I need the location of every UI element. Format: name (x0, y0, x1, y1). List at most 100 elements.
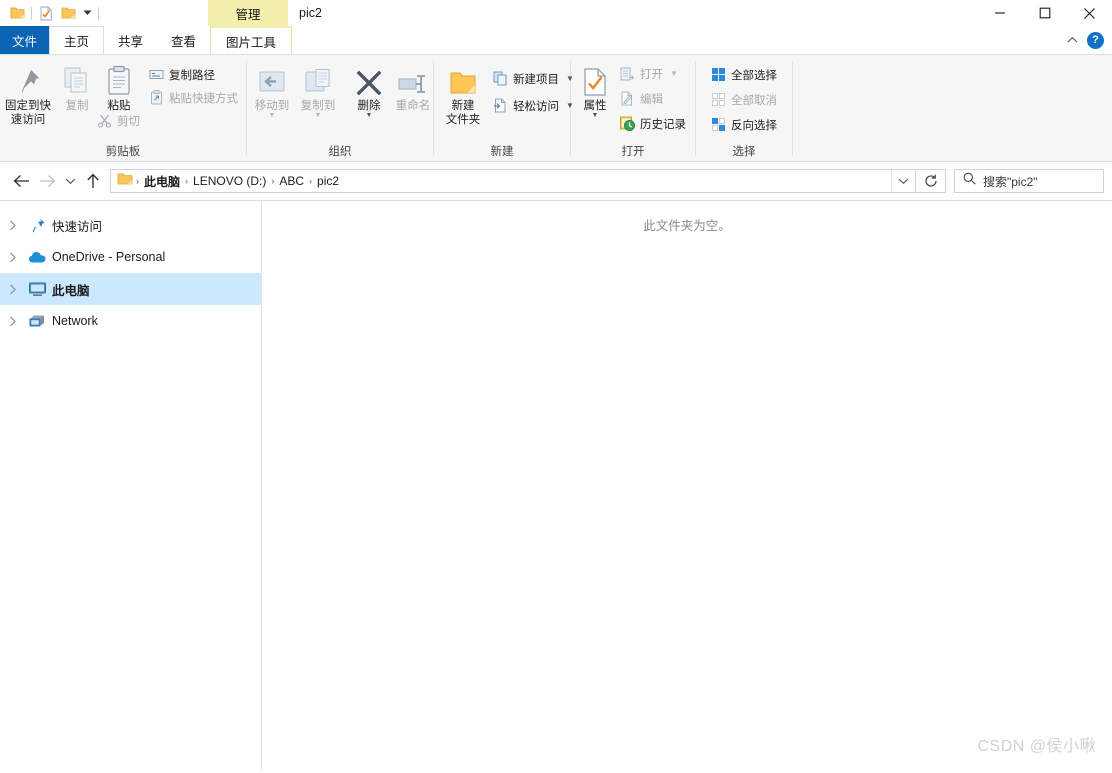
minimize-icon[interactable] (977, 0, 1022, 26)
breadcrumb-dropdown-icon[interactable] (891, 170, 915, 192)
pin-to-quick-access-button[interactable]: 固定到快 速访问 (0, 60, 56, 127)
properties-label: 属性 (584, 99, 607, 113)
chevron-right-icon[interactable] (4, 312, 22, 330)
tab-home[interactable]: 主页 (49, 26, 104, 54)
breadcrumb-item-0[interactable]: 此电脑 (140, 173, 184, 190)
invert-selection-button[interactable]: 反向选择 (706, 114, 781, 135)
back-button[interactable] (8, 166, 34, 196)
easy-access-button[interactable]: 轻松访问 ▼ (488, 95, 578, 116)
edit-button[interactable]: 编辑 (615, 88, 690, 109)
folder-icon[interactable] (6, 2, 28, 24)
tab-file[interactable]: 文件 (0, 26, 49, 54)
sidebar-item-onedrive[interactable]: OneDrive - Personal (0, 241, 261, 273)
help-icon[interactable]: ? (1087, 32, 1104, 49)
file-explorer-window: 管理 pic2 文件 主页 共享 查看 图片工具 (0, 0, 1112, 773)
recent-locations-button[interactable] (60, 166, 80, 196)
rename-button[interactable]: 重命名 (389, 60, 437, 113)
ribbon-tab-strip: 文件 主页 共享 查看 图片工具 ? (0, 26, 1112, 54)
edit-icon (619, 91, 635, 107)
empty-folder-message: 此文件夹为空。 (262, 215, 1112, 234)
up-button[interactable] (80, 166, 106, 196)
search-placeholder: 搜索"pic2" (983, 173, 1038, 190)
quick-access-toolbar (0, 0, 102, 26)
copy-to-button[interactable]: 复制到 ▼ (295, 60, 341, 119)
tab-share[interactable]: 共享 (104, 26, 157, 54)
refresh-button[interactable] (916, 169, 946, 193)
copy-to-dropdown-icon[interactable]: ▼ (315, 113, 322, 119)
sidebar-item-this-pc[interactable]: 此电脑 (0, 273, 261, 305)
open-icon (619, 66, 635, 82)
paste-shortcut-button[interactable]: 粘贴快捷方式 (144, 87, 242, 108)
network-icon (26, 312, 48, 330)
paste-icon (106, 63, 132, 97)
new-item-button[interactable]: 新建项目 ▼ (488, 68, 578, 89)
ribbon-group-organize: 移动到 ▼ 复制到 ▼ (247, 55, 433, 162)
search-input[interactable]: 搜索"pic2" (954, 169, 1104, 193)
easy-access-icon (492, 98, 508, 114)
customize-dropdown-icon[interactable] (79, 2, 95, 24)
clipboard-small-buttons: 复制路径 粘贴快捷方式 (144, 60, 242, 131)
new-item-label: 新建项目 (513, 71, 559, 87)
new-folder-label-line1: 新建 (452, 100, 475, 112)
open-button[interactable]: 打开 ▼ (615, 63, 690, 84)
open-label: 打开 (640, 66, 663, 82)
chevron-right-icon[interactable] (4, 280, 22, 298)
pin-icon (14, 63, 42, 97)
select-all-label: 全部选择 (731, 67, 777, 83)
address-bar: › 此电脑 › LENOVO (D:) › ABC › pic2 (0, 162, 1112, 200)
file-list-pane[interactable]: 此文件夹为空。 CSDN @侯小啾 (262, 201, 1112, 770)
tab-picture-tools-label: 图片工具 (226, 32, 276, 51)
navigation-pane: 快速访问 OneDrive - Personal (0, 201, 262, 770)
copy-to-label: 复制到 (301, 99, 336, 113)
collapse-ribbon-icon[interactable] (1063, 35, 1081, 46)
ribbon-separator-5 (792, 61, 793, 156)
delete-button[interactable]: 删除 ▼ (349, 60, 389, 119)
forward-button[interactable] (34, 166, 60, 196)
sidebar-item-quick-access[interactable]: 快速访问 (0, 209, 261, 241)
close-icon[interactable] (1067, 0, 1112, 26)
breadcrumb-bar[interactable]: › 此电脑 › LENOVO (D:) › ABC › pic2 (110, 169, 916, 193)
select-all-button[interactable]: 全部选择 (706, 64, 781, 85)
properties-icon[interactable] (35, 2, 57, 24)
copy-path-label: 复制路径 (169, 67, 215, 83)
properties-button[interactable]: 属性 ▼ (577, 60, 613, 119)
scissors-icon (96, 113, 112, 129)
cut-label: 剪切 (117, 113, 140, 129)
window-title: pic2 (299, 0, 322, 26)
chevron-right-icon[interactable] (4, 216, 22, 234)
chevron-right-icon[interactable] (4, 248, 22, 266)
sidebar-item-network[interactable]: Network (0, 305, 261, 337)
history-label: 历史记录 (640, 116, 686, 132)
ribbon-group-select: 全部选择 全部取消 (696, 55, 792, 162)
move-to-button[interactable]: 移动到 ▼ (249, 60, 295, 119)
breadcrumb-item-2[interactable]: ABC (275, 174, 308, 188)
copy-label: 复制 (66, 99, 89, 113)
new-folder-icon[interactable] (57, 2, 79, 24)
copy-path-button[interactable]: 复制路径 (144, 64, 242, 85)
copy-button[interactable]: 复制 (56, 60, 98, 113)
properties-dropdown-icon[interactable]: ▼ (592, 113, 599, 119)
sidebar-item-label-this-pc: 此电脑 (52, 280, 90, 299)
move-to-dropdown-icon[interactable]: ▼ (269, 113, 276, 119)
breadcrumb-item-1[interactable]: LENOVO (D:) (189, 174, 270, 188)
paste-shortcut-label: 粘贴快捷方式 (169, 90, 238, 106)
tab-file-label: 文件 (12, 31, 37, 50)
sidebar-item-label-network: Network (52, 314, 98, 328)
cut-button[interactable]: 剪切 (92, 110, 242, 131)
maximize-icon[interactable] (1022, 0, 1067, 26)
new-item-icon (492, 71, 508, 87)
history-button[interactable]: 历史记录 (615, 113, 690, 134)
sidebar-item-label-quick-access: 快速访问 (52, 216, 102, 235)
monitor-icon (26, 280, 48, 298)
explorer-body: 快速访问 OneDrive - Personal (0, 200, 1112, 770)
ribbon-tab-right-controls: ? (1063, 26, 1112, 54)
new-folder-button[interactable]: 新建 文件夹 (440, 60, 486, 127)
tab-view[interactable]: 查看 (157, 26, 210, 54)
select-none-button[interactable]: 全部取消 (706, 89, 781, 110)
paste-shortcut-icon (148, 90, 164, 106)
tab-picture-tools[interactable]: 图片工具 (210, 26, 292, 54)
breadcrumb-item-3[interactable]: pic2 (313, 174, 343, 188)
open-dropdown-icon[interactable]: ▼ (670, 69, 678, 78)
paste-button[interactable]: 粘贴 (98, 60, 140, 113)
delete-dropdown-icon[interactable]: ▼ (366, 113, 373, 119)
